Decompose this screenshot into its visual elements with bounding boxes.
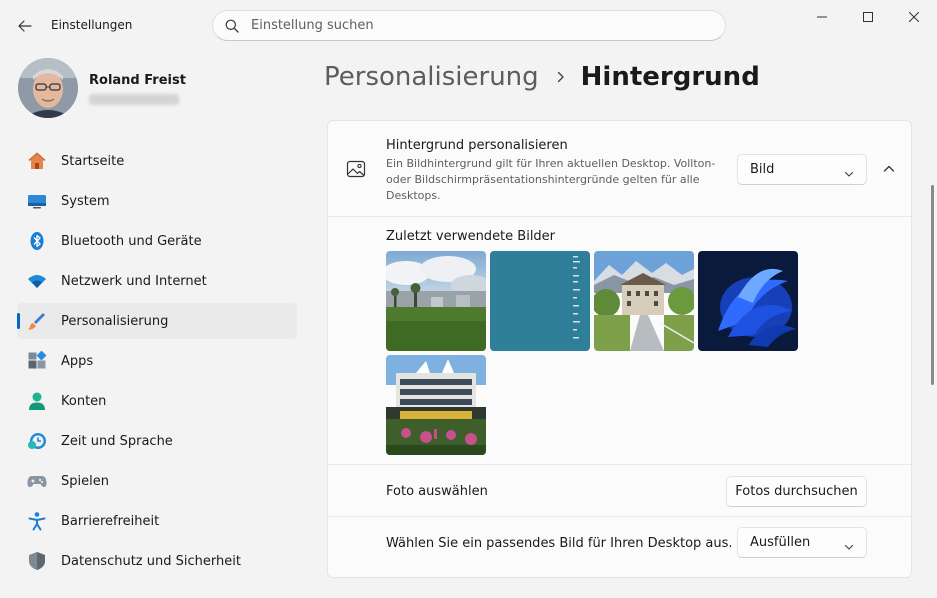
recent-image-5[interactable] <box>386 355 486 455</box>
sidebar-item-datenschutz[interactable]: Datenschutz und Sicherheit <box>17 543 297 579</box>
sidebar-item-barrierefreiheit[interactable]: Barrierefreiheit <box>17 503 297 539</box>
minimize-icon <box>817 16 827 18</box>
recent-image-4[interactable] <box>698 251 798 351</box>
accessibility-icon <box>27 511 47 531</box>
wifi-icon <box>27 271 47 291</box>
close-icon <box>909 12 919 22</box>
profile-name: Roland Freist <box>89 73 186 88</box>
breadcrumb-parent[interactable]: Personalisierung <box>324 62 539 92</box>
avatar[interactable] <box>18 58 78 118</box>
profile-email-redacted <box>89 94 179 105</box>
sidebar-item-apps[interactable]: Apps <box>17 343 297 379</box>
background-type-dropdown[interactable]: Bild <box>737 154 867 185</box>
background-description: Ein Bildhintergrund gilt für Ihren aktue… <box>386 157 716 202</box>
paintbrush-icon <box>27 311 47 331</box>
sidebar-item-bluetooth[interactable]: Bluetooth und Geräte <box>17 223 297 259</box>
title-bar: Einstellungen <box>0 0 937 50</box>
scrollbar[interactable] <box>931 185 934 385</box>
sidebar-item-label: Spielen <box>61 473 109 489</box>
background-settings-card: Hintergrund personalisieren Ein Bildhint… <box>327 120 912 578</box>
sidebar-item-label: Personalisierung <box>61 313 169 329</box>
sidebar-item-personalisierung[interactable]: Personalisierung <box>17 303 297 339</box>
recent-image-1[interactable] <box>386 251 486 351</box>
recent-images-label: Zuletzt verwendete Bilder <box>386 229 556 244</box>
sidebar-item-zeit[interactable]: Zeit und Sprache <box>17 423 297 459</box>
search-box[interactable] <box>212 10 726 41</box>
choose-photo-row: Foto auswählen Fotos durchsuchen <box>328 464 911 516</box>
sidebar-item-system[interactable]: System <box>17 183 297 219</box>
chevron-right-icon <box>557 71 565 83</box>
maximize-icon <box>863 12 873 22</box>
chevron-up-icon <box>883 165 895 172</box>
maximize-button[interactable] <box>845 0 891 34</box>
background-type-value: Bild <box>750 162 775 177</box>
browse-photos-button[interactable]: Fotos durchsuchen <box>726 476 867 507</box>
display-icon <box>27 191 47 211</box>
sidebar-item-startseite[interactable]: Startseite <box>17 143 297 179</box>
chevron-down-icon <box>844 164 854 183</box>
back-button[interactable] <box>12 13 38 39</box>
bluetooth-icon <box>27 231 47 251</box>
breadcrumb: Personalisierung Hintergrund <box>324 58 760 96</box>
home-icon <box>27 151 47 171</box>
sidebar-item-label: Netzwerk und Internet <box>61 273 207 289</box>
search-icon <box>225 18 241 34</box>
image-icon <box>346 159 366 179</box>
personalize-background-row[interactable]: Hintergrund personalisieren Ein Bildhint… <box>328 121 911 217</box>
close-button[interactable] <box>891 0 937 34</box>
sidebar-item-label: Konten <box>61 393 107 409</box>
clock-globe-icon <box>27 431 47 451</box>
sidebar-item-label: Bluetooth und Geräte <box>61 233 202 249</box>
fit-label: Wählen Sie ein passendes Bild für Ihren … <box>386 536 733 551</box>
choose-photo-label: Foto auswählen <box>386 484 488 499</box>
sidebar-item-netzwerk[interactable]: Netzwerk und Internet <box>17 263 297 299</box>
app-title: Einstellungen <box>51 18 133 32</box>
sidebar-item-label: Datenschutz und Sicherheit <box>61 553 241 569</box>
shield-icon <box>27 551 47 571</box>
sidebar-item-spielen[interactable]: Spielen <box>17 463 297 499</box>
collapse-button[interactable] <box>878 158 900 180</box>
chevron-down-icon <box>844 537 854 556</box>
minimize-button[interactable] <box>799 0 845 34</box>
fit-dropdown[interactable]: Ausfüllen <box>737 527 867 558</box>
recent-image-2[interactable] <box>490 251 590 351</box>
arrow-left-icon <box>18 20 32 32</box>
sidebar-nav: Startseite System Bluetooth und Geräte N… <box>17 143 297 583</box>
sidebar-item-label: System <box>61 193 110 209</box>
sidebar-item-label: Barrierefreiheit <box>61 513 160 529</box>
recent-image-3[interactable] <box>594 251 694 351</box>
sidebar-item-label: Zeit und Sprache <box>61 433 173 449</box>
search-input[interactable] <box>251 18 691 33</box>
apps-icon <box>27 351 47 371</box>
sidebar-item-konten[interactable]: Konten <box>17 383 297 419</box>
fit-row: Wählen Sie ein passendes Bild für Ihren … <box>328 516 911 568</box>
gamepad-icon <box>27 471 47 491</box>
person-icon <box>27 391 47 411</box>
sidebar-item-label: Startseite <box>61 153 125 169</box>
background-title: Hintergrund personalisieren <box>386 138 568 153</box>
page-title: Hintergrund <box>580 62 760 92</box>
sidebar-item-label: Apps <box>61 353 94 369</box>
fit-value: Ausfüllen <box>750 535 811 550</box>
